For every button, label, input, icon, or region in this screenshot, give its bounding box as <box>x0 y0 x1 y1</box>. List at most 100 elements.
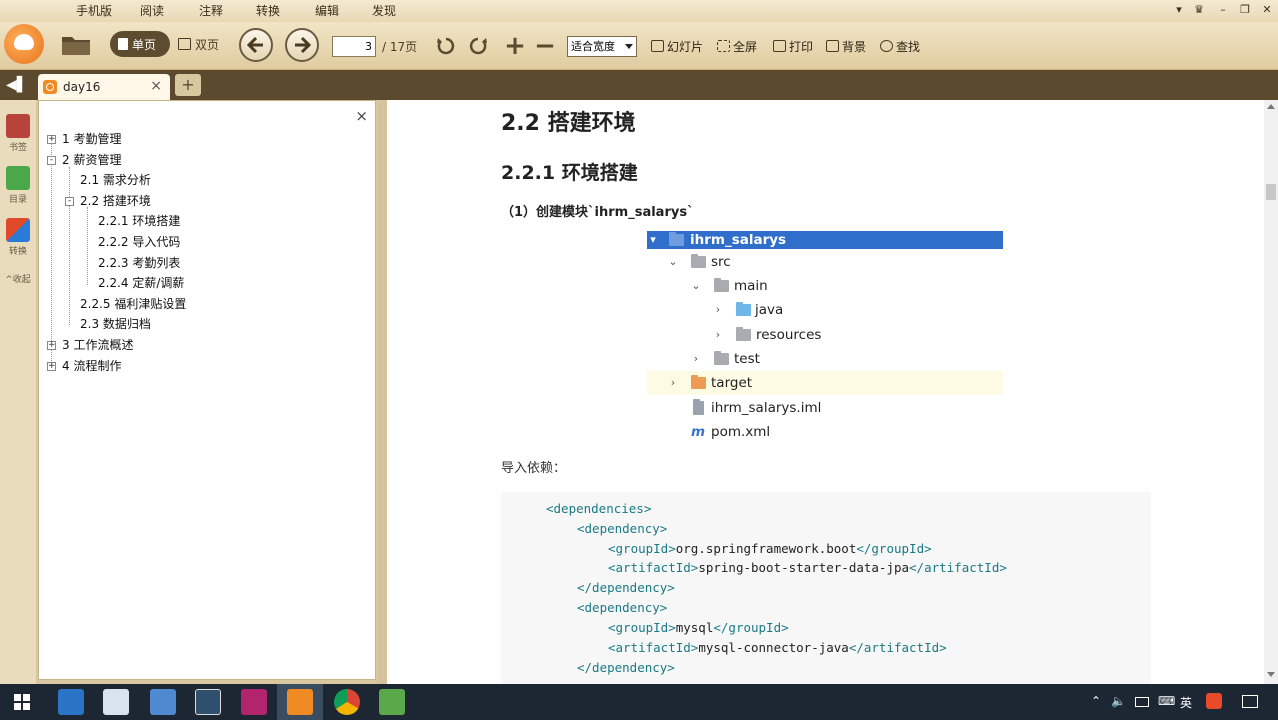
outline-item[interactable]: + 1 考勤管理 <box>47 129 121 149</box>
expand-icon[interactable]: + <box>47 135 56 144</box>
open-folder-icon[interactable] <box>58 29 94 59</box>
rotate-left-icon[interactable] <box>434 34 458 58</box>
dropdown-icon[interactable]: ▾ <box>1170 2 1188 18</box>
slideshow-button[interactable]: 幻灯片 <box>651 37 703 55</box>
menu-edit[interactable]: 编辑 <box>313 0 341 22</box>
panel-splitter[interactable] <box>378 100 387 684</box>
convert-button[interactable]: 转换 <box>3 218 33 257</box>
page-number-input[interactable]: 3 <box>332 36 376 57</box>
heading-3: 2.2.1 环境搭建 <box>501 162 638 184</box>
folder-icon <box>691 254 706 268</box>
foxit-reader-icon[interactable] <box>287 689 313 715</box>
scroll-down-icon[interactable] <box>1267 672 1275 677</box>
tree-row: › test <box>647 347 1003 371</box>
find-button[interactable]: 查找 <box>880 37 920 55</box>
vscode-icon[interactable] <box>58 689 84 715</box>
show-hidden-icons[interactable]: ⌃ <box>1091 694 1101 708</box>
ime-mode-icon[interactable]: ⌨ <box>1158 694 1175 708</box>
app-logo[interactable] <box>4 24 44 64</box>
tab-day16[interactable]: day16 × <box>38 74 170 100</box>
minimize-icon[interactable]: – <box>1214 2 1232 18</box>
iml-file-icon <box>693 399 704 415</box>
bookmarks-button[interactable]: 书签 <box>3 114 33 153</box>
chevron-right-icon: › <box>715 303 721 316</box>
fullscreen-button[interactable]: 全屏 <box>717 37 757 55</box>
outline-item[interactable]: + 3 工作流概述 <box>47 335 133 355</box>
explorer-window-icon[interactable] <box>103 689 129 715</box>
toc-button[interactable]: 目录 <box>3 166 33 205</box>
convert-icon <box>6 218 30 242</box>
code-line: </dependency> <box>577 660 675 675</box>
bookmarks-label: 书签 <box>8 143 27 153</box>
chrome-icon[interactable] <box>334 689 360 715</box>
outline-item[interactable]: 2.2.5 福利津贴设置 <box>80 294 186 314</box>
heading-2: 2.2 搭建环境 <box>501 111 636 136</box>
notepad-plus-icon[interactable] <box>379 689 405 715</box>
next-page-button[interactable] <box>285 28 319 62</box>
menu-convert[interactable]: 转换 <box>254 0 282 22</box>
menu-read[interactable]: 阅读 <box>138 0 166 22</box>
typora-icon[interactable] <box>195 689 221 715</box>
source-folder-icon <box>736 302 751 316</box>
chevron-right-icon: › <box>670 376 676 389</box>
outline-item[interactable]: 2.2.1 环境搭建 <box>98 211 180 231</box>
menu-discover[interactable]: 发现 <box>370 0 398 22</box>
scroll-thumb[interactable] <box>1266 184 1276 200</box>
fullscreen-label: 全屏 <box>733 39 758 54</box>
outline-item[interactable]: 2.2.4 定薪/调薪 <box>98 273 184 293</box>
network-icon[interactable] <box>1135 697 1149 707</box>
toc-label: 目录 <box>8 195 27 205</box>
outline-item[interactable]: 2.2.2 导入代码 <box>98 232 180 252</box>
code-line: <dependency> <box>577 521 668 536</box>
close-icon[interactable]: × <box>150 78 162 94</box>
notification-icon[interactable] <box>1242 695 1258 708</box>
zoom-out-icon[interactable]: − <box>534 31 556 61</box>
collapse-icon[interactable]: - <box>47 156 56 165</box>
expand-icon[interactable]: + <box>47 341 56 350</box>
skin-icon[interactable]: ♛ <box>1190 2 1208 18</box>
outline-item[interactable]: 2.1 需求分析 <box>80 170 151 190</box>
volume-icon[interactable]: 🔈 <box>1111 694 1126 708</box>
print-button[interactable]: 打印 <box>773 37 813 55</box>
expand-icon[interactable]: + <box>47 362 56 371</box>
collapse-strip-button[interactable]: ^收起 <box>3 272 33 285</box>
close-icon[interactable]: ✕ <box>1258 2 1276 18</box>
intellij-icon[interactable] <box>241 689 267 715</box>
menu-mobile[interactable]: 手机版 <box>76 0 112 22</box>
vertical-scrollbar[interactable] <box>1264 100 1278 684</box>
folder-icon <box>714 278 729 292</box>
outline-item[interactable]: 2.3 数据归档 <box>80 314 151 334</box>
outline-item[interactable]: - 2 薪资管理 <box>47 150 121 170</box>
zoom-in-icon[interactable]: + <box>503 31 527 61</box>
double-page-button[interactable]: 双页 <box>170 31 228 57</box>
outline-item[interactable]: + 4 流程制作 <box>47 356 121 376</box>
new-tab-button[interactable]: + <box>175 74 201 96</box>
single-page-button[interactable]: 单页 <box>110 31 170 57</box>
chevron-down-icon <box>625 44 633 49</box>
ime-language[interactable]: 英 <box>1180 694 1192 711</box>
zoom-select[interactable]: 适合宽度 <box>567 36 637 57</box>
tree-label: pom.xml <box>711 424 771 440</box>
menu-annotate[interactable]: 注释 <box>197 0 225 22</box>
collapse-icon[interactable]: - <box>65 197 74 206</box>
tree-row: ⌄ src <box>647 250 1003 274</box>
background-button[interactable]: 背景 <box>826 37 866 55</box>
scroll-up-icon[interactable] <box>1267 104 1275 109</box>
windows-start-icon[interactable] <box>14 694 30 710</box>
collapse-panel-icon[interactable]: ◀▌ <box>6 77 28 93</box>
print-icon <box>773 40 786 52</box>
rotate-right-icon[interactable] <box>466 34 490 58</box>
menu-bar: 手机版 阅读 注释 转换 编辑 发现 ▾ ♛ – ❐ ✕ <box>0 0 1278 22</box>
outline-item[interactable]: 2.2.3 考勤列表 <box>98 253 180 273</box>
maven-icon: m <box>691 424 706 440</box>
mysql-workbench-icon[interactable] <box>150 689 176 715</box>
restore-icon[interactable]: ❐ <box>1236 2 1254 18</box>
sogou-ime-icon[interactable] <box>1206 693 1222 709</box>
outline-item[interactable]: - 2.2 搭建环境 <box>65 191 151 211</box>
outline-item-label: 4 流程制作 <box>62 359 122 373</box>
print-label: 打印 <box>789 39 814 54</box>
prev-page-button[interactable] <box>239 28 273 62</box>
slideshow-label: 幻灯片 <box>667 39 704 54</box>
single-page-icon <box>118 38 128 50</box>
close-icon[interactable]: × <box>355 107 368 125</box>
